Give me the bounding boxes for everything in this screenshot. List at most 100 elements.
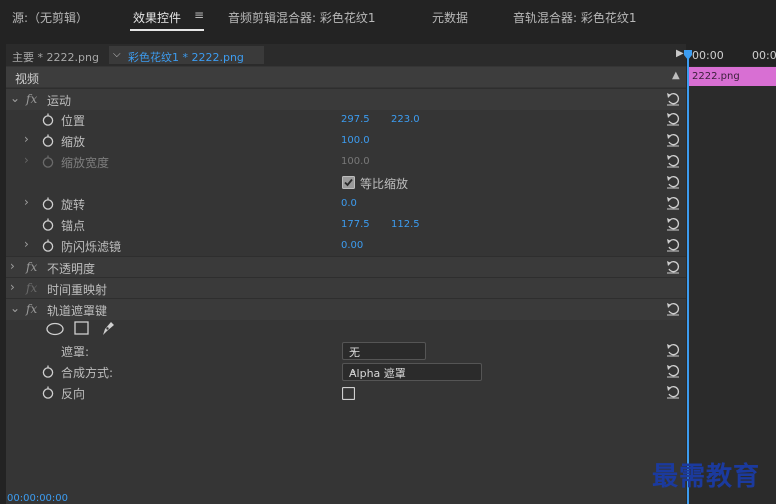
reset-icon[interactable] (666, 385, 680, 402)
effect-row-opacity[interactable]: › fx 不透明度 (6, 256, 686, 278)
ruler-timecode-start: 00:00 (692, 49, 724, 62)
anchor-x-value[interactable]: 177.5 (341, 219, 370, 230)
chevron-down-icon: ⌄ (349, 365, 358, 376)
video-section-title: 视频 (15, 72, 40, 86)
anchor-y-value[interactable]: 112.5 (391, 219, 420, 230)
stopwatch-icon[interactable] (42, 365, 54, 381)
master-clip-label[interactable]: 主要 * 2222.png (12, 49, 99, 65)
property-label-composite: 合成方式: (61, 366, 114, 380)
effect-row-motion[interactable]: ⌄ fx 运动 (6, 88, 686, 110)
reverse-checkbox[interactable] (341, 386, 356, 403)
chevron-down-icon[interactable]: ⌵ (113, 49, 121, 60)
reset-icon[interactable] (666, 175, 680, 192)
effect-name-track-matte: 轨道遮罩键 (47, 304, 108, 318)
sequence-clip-label[interactable]: 彩色花纹1 * 2222.png (128, 49, 244, 65)
stopwatch-icon[interactable] (42, 134, 54, 150)
property-row-scale[interactable]: › 缩放 100.0 (6, 130, 686, 151)
stopwatch-icon[interactable] (42, 197, 54, 213)
effect-row-track-matte[interactable]: ⌄ fx 轨道遮罩键 (6, 298, 686, 320)
property-row-position[interactable]: 位置 297.5 223.0 (6, 109, 686, 130)
property-row-composite[interactable]: 合成方式: Alpha 遮罩 ⌄ (6, 361, 686, 382)
effect-row-time-remap[interactable]: › fx 时间重映射 (6, 277, 686, 299)
uniform-scale-label: 等比缩放 (360, 177, 409, 191)
playhead[interactable] (687, 54, 689, 504)
panel-tab-bar: 源:（无剪辑） 效果控件 ≡ 音频剪辑混合器: 彩色花纹1 元数据 音轨混合器:… (0, 0, 776, 38)
time-ruler[interactable]: 00:00 00:00 (686, 44, 776, 66)
chevron-right-icon[interactable]: › (24, 132, 29, 146)
rotation-value[interactable]: 0.0 (341, 198, 357, 209)
ruler-timecode-next: 00:00 (752, 49, 776, 62)
tab-audio-track-mixer[interactable]: 音轨混合器: 彩色花纹1 (513, 9, 637, 26)
stopwatch-icon[interactable] (42, 386, 54, 402)
property-row-reverse[interactable]: 反向 (6, 382, 686, 403)
scale-width-value: 100.0 (341, 156, 370, 167)
property-label-anchor: 锚点 (61, 219, 86, 233)
reset-icon[interactable] (666, 364, 680, 381)
reset-icon[interactable] (666, 92, 680, 109)
stopwatch-icon[interactable] (42, 113, 54, 129)
reset-icon[interactable] (666, 196, 680, 213)
property-label-scale-width: 缩放宽度 (61, 156, 110, 170)
reset-icon[interactable] (666, 133, 680, 150)
collapse-up-icon[interactable]: ▲ (672, 70, 680, 81)
tab-metadata[interactable]: 元数据 (432, 9, 468, 26)
reset-icon[interactable] (666, 343, 680, 360)
property-row-antiflicker[interactable]: › 防闪烁滤镜 0.00 (6, 235, 686, 256)
watermark-logo: 最需教育 (652, 462, 761, 492)
property-row-matte[interactable]: 遮罩: 无 ⌄ (6, 340, 686, 361)
mini-timeline[interactable] (686, 44, 776, 504)
pen-mask-icon[interactable] (100, 320, 116, 340)
panel-menu-icon[interactable]: ≡ (194, 8, 204, 22)
timeline-clip-label: 2222.png (692, 71, 740, 82)
chevron-right-icon: › (24, 153, 29, 167)
composite-dropdown[interactable]: Alpha 遮罩 ⌄ (342, 363, 482, 381)
property-row-scale-width: › 缩放宽度 100.0 (6, 151, 686, 172)
reset-icon[interactable] (666, 302, 680, 319)
chevron-down-icon[interactable]: ⌄ (10, 301, 20, 315)
mask-tools-row (6, 319, 686, 340)
active-tab-indicator (130, 29, 204, 31)
reset-icon[interactable] (666, 112, 680, 129)
chevron-right-icon[interactable]: › (10, 259, 15, 273)
property-row-uniform-scale[interactable]: 等比缩放 (6, 172, 686, 193)
tab-effect-controls[interactable]: 效果控件 (133, 9, 181, 26)
video-section-header: 视频 ▲ (6, 67, 686, 87)
matte-dropdown[interactable]: 无 ⌄ (342, 342, 426, 360)
playhead-marker-icon[interactable] (684, 50, 692, 60)
play-right-icon[interactable]: ▶ (676, 48, 684, 59)
property-row-rotation[interactable]: › 旋转 0.0 (6, 193, 686, 214)
position-x-value[interactable]: 297.5 (341, 114, 370, 125)
tab-source[interactable]: 源:（无剪辑） (12, 9, 88, 26)
stopwatch-icon[interactable] (42, 239, 54, 255)
chevron-right-icon[interactable]: › (24, 195, 29, 209)
tab-audio-clip-mixer[interactable]: 音频剪辑混合器: 彩色花纹1 (228, 9, 376, 26)
clip-breadcrumb: 主要 * 2222.png ⌵ 彩色花纹1 * 2222.png ▶ (6, 44, 686, 66)
effect-name-motion: 运动 (47, 94, 72, 108)
current-timecode[interactable]: 00:00:00:00 (7, 493, 68, 504)
chevron-right-icon[interactable]: › (24, 237, 29, 251)
property-label-scale: 缩放 (61, 135, 86, 149)
fx-icon[interactable]: fx (26, 260, 37, 274)
reset-icon[interactable] (666, 154, 680, 171)
stopwatch-icon (42, 155, 54, 171)
reset-icon[interactable] (666, 217, 680, 234)
effect-name-opacity: 不透明度 (47, 262, 96, 276)
property-label-rotation: 旋转 (61, 198, 86, 212)
fx-icon[interactable]: fx (26, 302, 37, 316)
chevron-down-icon: ⌄ (349, 344, 358, 355)
fx-icon[interactable]: fx (26, 92, 37, 106)
property-label-reverse: 反向 (61, 387, 86, 401)
position-y-value[interactable]: 223.0 (391, 114, 420, 125)
uniform-scale-checkbox[interactable] (342, 176, 355, 192)
stopwatch-icon[interactable] (42, 218, 54, 234)
antiflicker-value[interactable]: 0.00 (341, 240, 363, 251)
reset-icon[interactable] (666, 238, 680, 255)
chevron-down-icon[interactable]: ⌄ (10, 91, 20, 105)
property-row-anchor[interactable]: 锚点 177.5 112.5 (6, 214, 686, 235)
rectangle-mask-icon[interactable] (74, 321, 90, 339)
reset-icon[interactable] (666, 260, 680, 277)
ellipse-mask-icon[interactable] (46, 322, 64, 339)
scale-value[interactable]: 100.0 (341, 135, 370, 146)
property-label-matte: 遮罩: (61, 345, 90, 359)
chevron-right-icon[interactable]: › (10, 280, 15, 294)
